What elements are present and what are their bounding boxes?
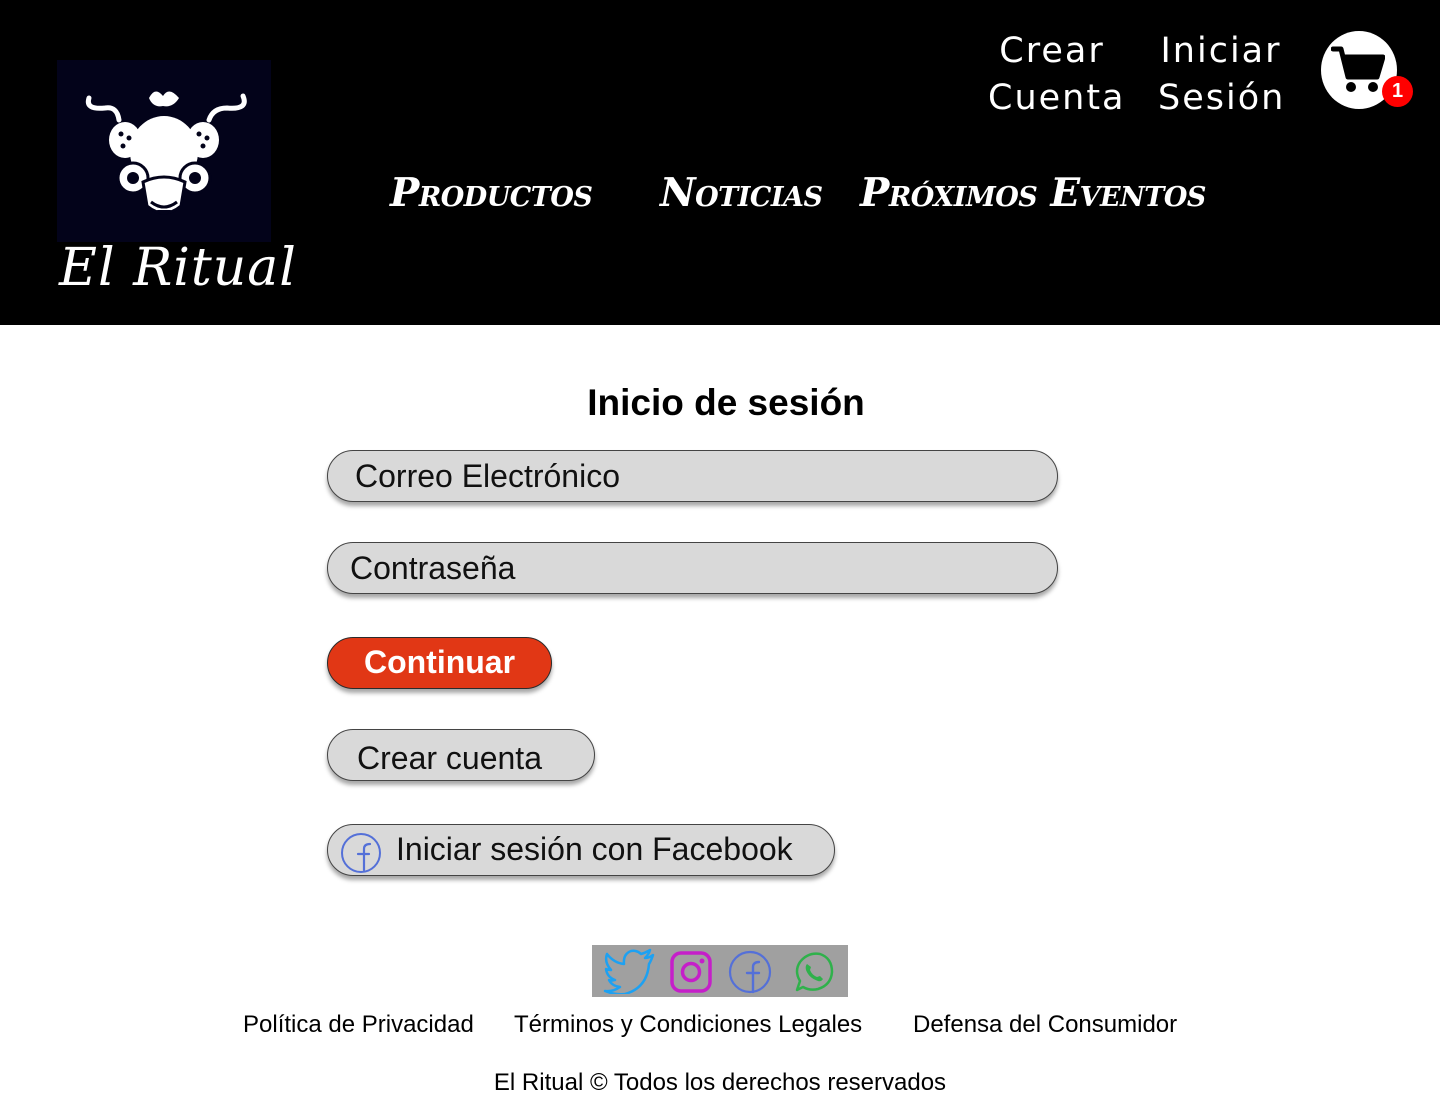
twitter-icon[interactable]	[603, 948, 657, 994]
instagram-icon[interactable]	[668, 949, 714, 995]
facebook-login-label: Iniciar sesión con Facebook	[396, 831, 793, 867]
logo[interactable]: El Ritual	[55, 58, 296, 308]
site-header: El Ritual Productos Noticias Próximos Ev…	[0, 0, 1440, 325]
facebook-icon[interactable]	[727, 949, 773, 995]
nav-proximos-eventos[interactable]: Próximos Eventos	[860, 170, 1206, 216]
facebook-icon	[341, 833, 381, 873]
shopping-cart-icon	[1331, 46, 1385, 92]
nav-noticias[interactable]: Noticias	[660, 170, 823, 216]
terms-link[interactable]: Términos y Condiciones Legales	[514, 1011, 862, 1039]
cart-count-badge: 1	[1382, 76, 1413, 107]
logo-mask-icon	[57, 60, 271, 242]
social-bar	[592, 945, 848, 997]
create-account-line1: Crear	[999, 31, 1105, 71]
whatsapp-icon[interactable]	[790, 949, 836, 995]
login-link[interactable]: Iniciar Sesión	[1158, 28, 1284, 122]
login-line2: Sesión	[1158, 78, 1286, 118]
facebook-login-button[interactable]: Iniciar sesión con Facebook	[327, 824, 835, 876]
logo-text: El Ritual	[59, 238, 297, 298]
create-account-line2: Cuenta	[988, 78, 1126, 118]
password-field[interactable]: Contraseña	[327, 542, 1058, 594]
continue-button[interactable]: Continuar	[327, 637, 552, 689]
login-line1: Iniciar	[1160, 31, 1282, 71]
consumer-defense-link[interactable]: Defensa del Consumidor	[913, 1011, 1177, 1039]
page-title: Inicio de sesión	[587, 382, 865, 423]
create-account-button[interactable]: Crear cuenta	[327, 729, 595, 781]
copyright-text: El Ritual © Todos los derechos reservado…	[493, 1069, 947, 1096]
nav-productos[interactable]: Productos	[390, 170, 593, 216]
email-field[interactable]: Correo Electrónico	[327, 450, 1058, 502]
privacy-policy-link[interactable]: Política de Privacidad	[243, 1011, 474, 1039]
create-account-link[interactable]: Crear Cuenta	[988, 28, 1126, 122]
